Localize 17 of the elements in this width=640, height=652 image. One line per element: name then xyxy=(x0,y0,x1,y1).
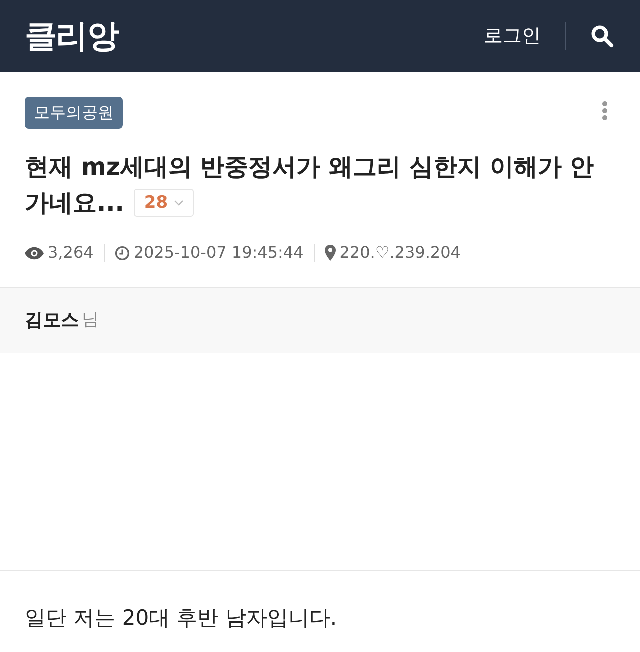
author-suffix: 님 xyxy=(82,308,99,332)
board-tag[interactable]: 모두의공원 xyxy=(25,97,123,129)
post-body-text: 일단 저는 20대 후반 남자입니다. xyxy=(25,605,338,632)
ip-address: 220.♡.239.204 xyxy=(340,242,461,264)
search-icon[interactable] xyxy=(590,24,614,48)
login-link[interactable]: 로그인 xyxy=(484,22,541,50)
post-title: 가네요... xyxy=(25,188,124,219)
author-name[interactable]: 김모스 xyxy=(25,307,79,334)
post-title: 현재 mz세대의 반중정서가 왜그리 심한지 이해가 안 xyxy=(25,152,594,183)
view-count: 3,264 xyxy=(48,242,94,264)
location-pin-icon xyxy=(324,245,336,261)
clock-icon xyxy=(114,246,130,260)
eye-icon xyxy=(25,246,44,260)
chevron-icon xyxy=(174,200,184,206)
post-date: 2025-10-07 19:45:44 xyxy=(134,242,304,264)
site-logo[interactable]: 클리앙 xyxy=(25,12,119,60)
more-icon[interactable] xyxy=(602,101,608,121)
